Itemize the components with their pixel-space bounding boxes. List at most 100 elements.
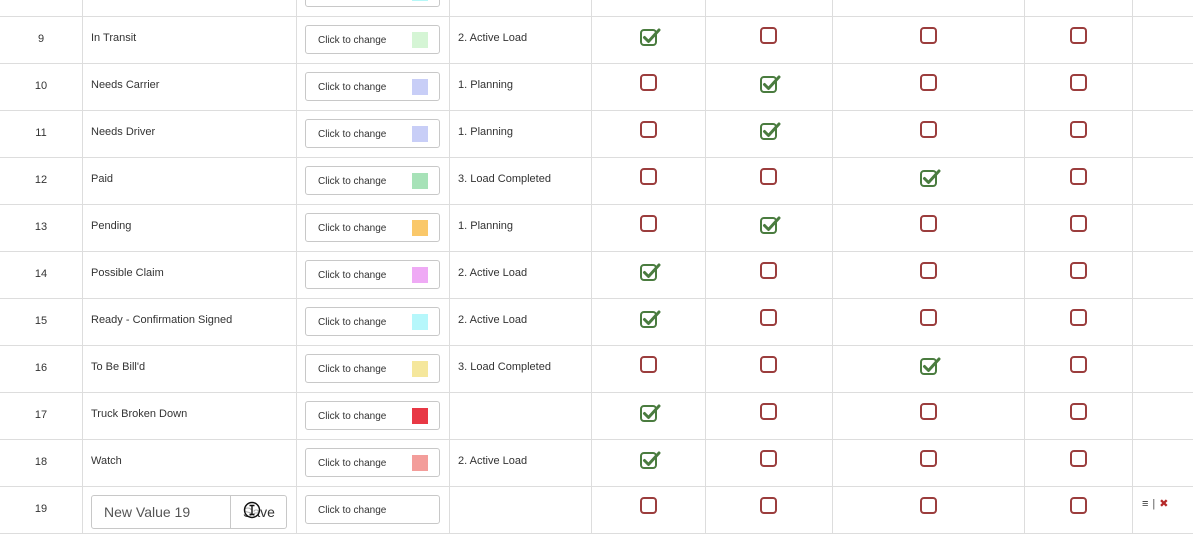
- color-picker-button[interactable]: Click to change: [305, 307, 440, 336]
- unchecked-checkbox-icon[interactable]: [919, 74, 938, 92]
- new-value-input[interactable]: [92, 496, 230, 528]
- unchecked-checkbox-icon[interactable]: [760, 403, 778, 421]
- stage-cell[interactable]: 2. Active Load: [450, 440, 592, 487]
- status-name-cell[interactable]: Paid: [83, 158, 297, 205]
- unchecked-checkbox-icon[interactable]: [760, 27, 778, 45]
- checkbox-cell: [592, 440, 706, 487]
- color-picker-button[interactable]: Click to change: [305, 213, 440, 242]
- action-separator: |: [1152, 498, 1156, 510]
- unchecked-checkbox-icon[interactable]: [760, 309, 778, 327]
- status-name-cell[interactable]: To Be Bill'd: [83, 346, 297, 393]
- checkbox-cell: [833, 440, 1025, 487]
- unchecked-checkbox-icon[interactable]: [639, 121, 658, 139]
- checkbox-cell: [833, 252, 1025, 299]
- unchecked-checkbox-icon[interactable]: [1069, 450, 1088, 468]
- status-name-cell[interactable]: Watch: [83, 440, 297, 487]
- drag-menu-icon[interactable]: ≡: [1142, 498, 1148, 510]
- status-name-cell[interactable]: Possible Claim: [83, 252, 297, 299]
- color-picker-button[interactable]: Click to change: [305, 0, 440, 7]
- unchecked-checkbox-icon[interactable]: [919, 215, 938, 233]
- unchecked-checkbox-icon[interactable]: [639, 215, 658, 233]
- unchecked-checkbox-icon[interactable]: [1069, 309, 1088, 327]
- stage-cell[interactable]: [450, 487, 592, 534]
- checkbox-cell: [592, 17, 706, 64]
- checkbox-cell: [1025, 299, 1133, 346]
- unchecked-checkbox-icon[interactable]: [760, 356, 778, 374]
- color-picker-button[interactable]: Click to change: [305, 448, 440, 477]
- stage-label: [450, 393, 591, 408]
- checkbox-cell: [706, 393, 833, 440]
- unchecked-checkbox-icon[interactable]: [919, 403, 938, 421]
- unchecked-checkbox-icon[interactable]: [1069, 27, 1088, 45]
- checked-checkbox-icon[interactable]: [639, 262, 660, 281]
- stage-cell[interactable]: 1. Planning: [450, 205, 592, 252]
- unchecked-checkbox-icon[interactable]: [639, 356, 658, 374]
- color-picker-button[interactable]: Click to change: [305, 495, 440, 524]
- unchecked-checkbox-icon[interactable]: [1069, 168, 1088, 186]
- unchecked-checkbox-icon[interactable]: [1069, 262, 1088, 280]
- color-picker-button[interactable]: Click to change: [305, 72, 440, 101]
- checkbox-cell: [706, 158, 833, 205]
- unchecked-checkbox-icon[interactable]: [639, 168, 658, 186]
- checked-checkbox-icon[interactable]: [760, 215, 781, 234]
- unchecked-checkbox-icon[interactable]: [760, 497, 778, 515]
- table-row: 12 Paid Click to change 3. Load Completed: [0, 158, 1193, 205]
- unchecked-checkbox-icon[interactable]: [639, 74, 658, 92]
- stage-cell[interactable]: [450, 0, 592, 17]
- checked-checkbox-icon[interactable]: [639, 450, 660, 469]
- actions-cell: [1133, 346, 1193, 393]
- stage-cell[interactable]: 2. Active Load: [450, 17, 592, 64]
- checked-checkbox-icon[interactable]: [760, 74, 781, 93]
- status-name-cell[interactable]: [83, 0, 297, 17]
- checked-checkbox-icon[interactable]: [919, 168, 940, 187]
- unchecked-checkbox-icon[interactable]: [919, 450, 938, 468]
- status-name: Pending: [91, 220, 132, 232]
- stage-cell[interactable]: 3. Load Completed: [450, 158, 592, 205]
- unchecked-checkbox-icon[interactable]: [919, 309, 938, 327]
- unchecked-checkbox-icon[interactable]: [919, 262, 938, 280]
- checked-checkbox-icon[interactable]: [760, 121, 781, 140]
- unchecked-checkbox-icon[interactable]: [639, 497, 658, 515]
- stage-cell[interactable]: 2. Active Load: [450, 252, 592, 299]
- color-picker-button[interactable]: Click to change: [305, 119, 440, 148]
- status-name-cell[interactable]: Pending: [83, 205, 297, 252]
- checked-checkbox-icon[interactable]: [639, 27, 660, 46]
- row-number-cell: 15: [0, 299, 83, 346]
- unchecked-checkbox-icon[interactable]: [1069, 121, 1088, 139]
- checked-checkbox-icon[interactable]: [639, 403, 660, 422]
- checked-checkbox-icon[interactable]: [639, 309, 660, 328]
- status-name-cell[interactable]: Ready - Confirmation Signed: [83, 299, 297, 346]
- color-picker-button[interactable]: Click to change: [305, 401, 440, 430]
- stage-cell[interactable]: 2. Active Load: [450, 299, 592, 346]
- status-name-cell[interactable]: Needs Driver: [83, 111, 297, 158]
- color-picker-button[interactable]: Click to change: [305, 354, 440, 383]
- color-picker-button[interactable]: Click to change: [305, 25, 440, 54]
- status-name-cell[interactable]: In Transit: [83, 17, 297, 64]
- color-picker-button[interactable]: Click to change: [305, 260, 440, 289]
- delete-icon[interactable]: ✖: [1159, 498, 1168, 510]
- checkbox-cell: [706, 205, 833, 252]
- unchecked-checkbox-icon[interactable]: [1069, 356, 1088, 374]
- unchecked-checkbox-icon[interactable]: [760, 450, 778, 468]
- unchecked-checkbox-icon[interactable]: [919, 497, 938, 515]
- unchecked-checkbox-icon[interactable]: [1069, 215, 1088, 233]
- unchecked-checkbox-icon[interactable]: [1069, 497, 1088, 515]
- unchecked-checkbox-icon[interactable]: [919, 27, 938, 45]
- stage-cell[interactable]: 1. Planning: [450, 111, 592, 158]
- color-picker-button[interactable]: Click to change: [305, 166, 440, 195]
- checked-checkbox-icon[interactable]: [919, 356, 940, 375]
- stage-cell[interactable]: 1. Planning: [450, 64, 592, 111]
- status-name: Needs Carrier: [91, 79, 160, 91]
- unchecked-checkbox-icon[interactable]: [760, 262, 778, 280]
- unchecked-checkbox-icon[interactable]: [760, 168, 778, 186]
- checkbox-cell: [592, 158, 706, 205]
- actions-cell: [1133, 252, 1193, 299]
- row-number-cell: 8: [0, 0, 83, 17]
- status-name-cell[interactable]: Needs Carrier: [83, 64, 297, 111]
- stage-cell[interactable]: 3. Load Completed: [450, 346, 592, 393]
- unchecked-checkbox-icon[interactable]: [1069, 74, 1088, 92]
- unchecked-checkbox-icon[interactable]: [1069, 403, 1088, 421]
- stage-cell[interactable]: [450, 393, 592, 440]
- unchecked-checkbox-icon[interactable]: [919, 121, 938, 139]
- status-name-cell[interactable]: Truck Broken Down: [83, 393, 297, 440]
